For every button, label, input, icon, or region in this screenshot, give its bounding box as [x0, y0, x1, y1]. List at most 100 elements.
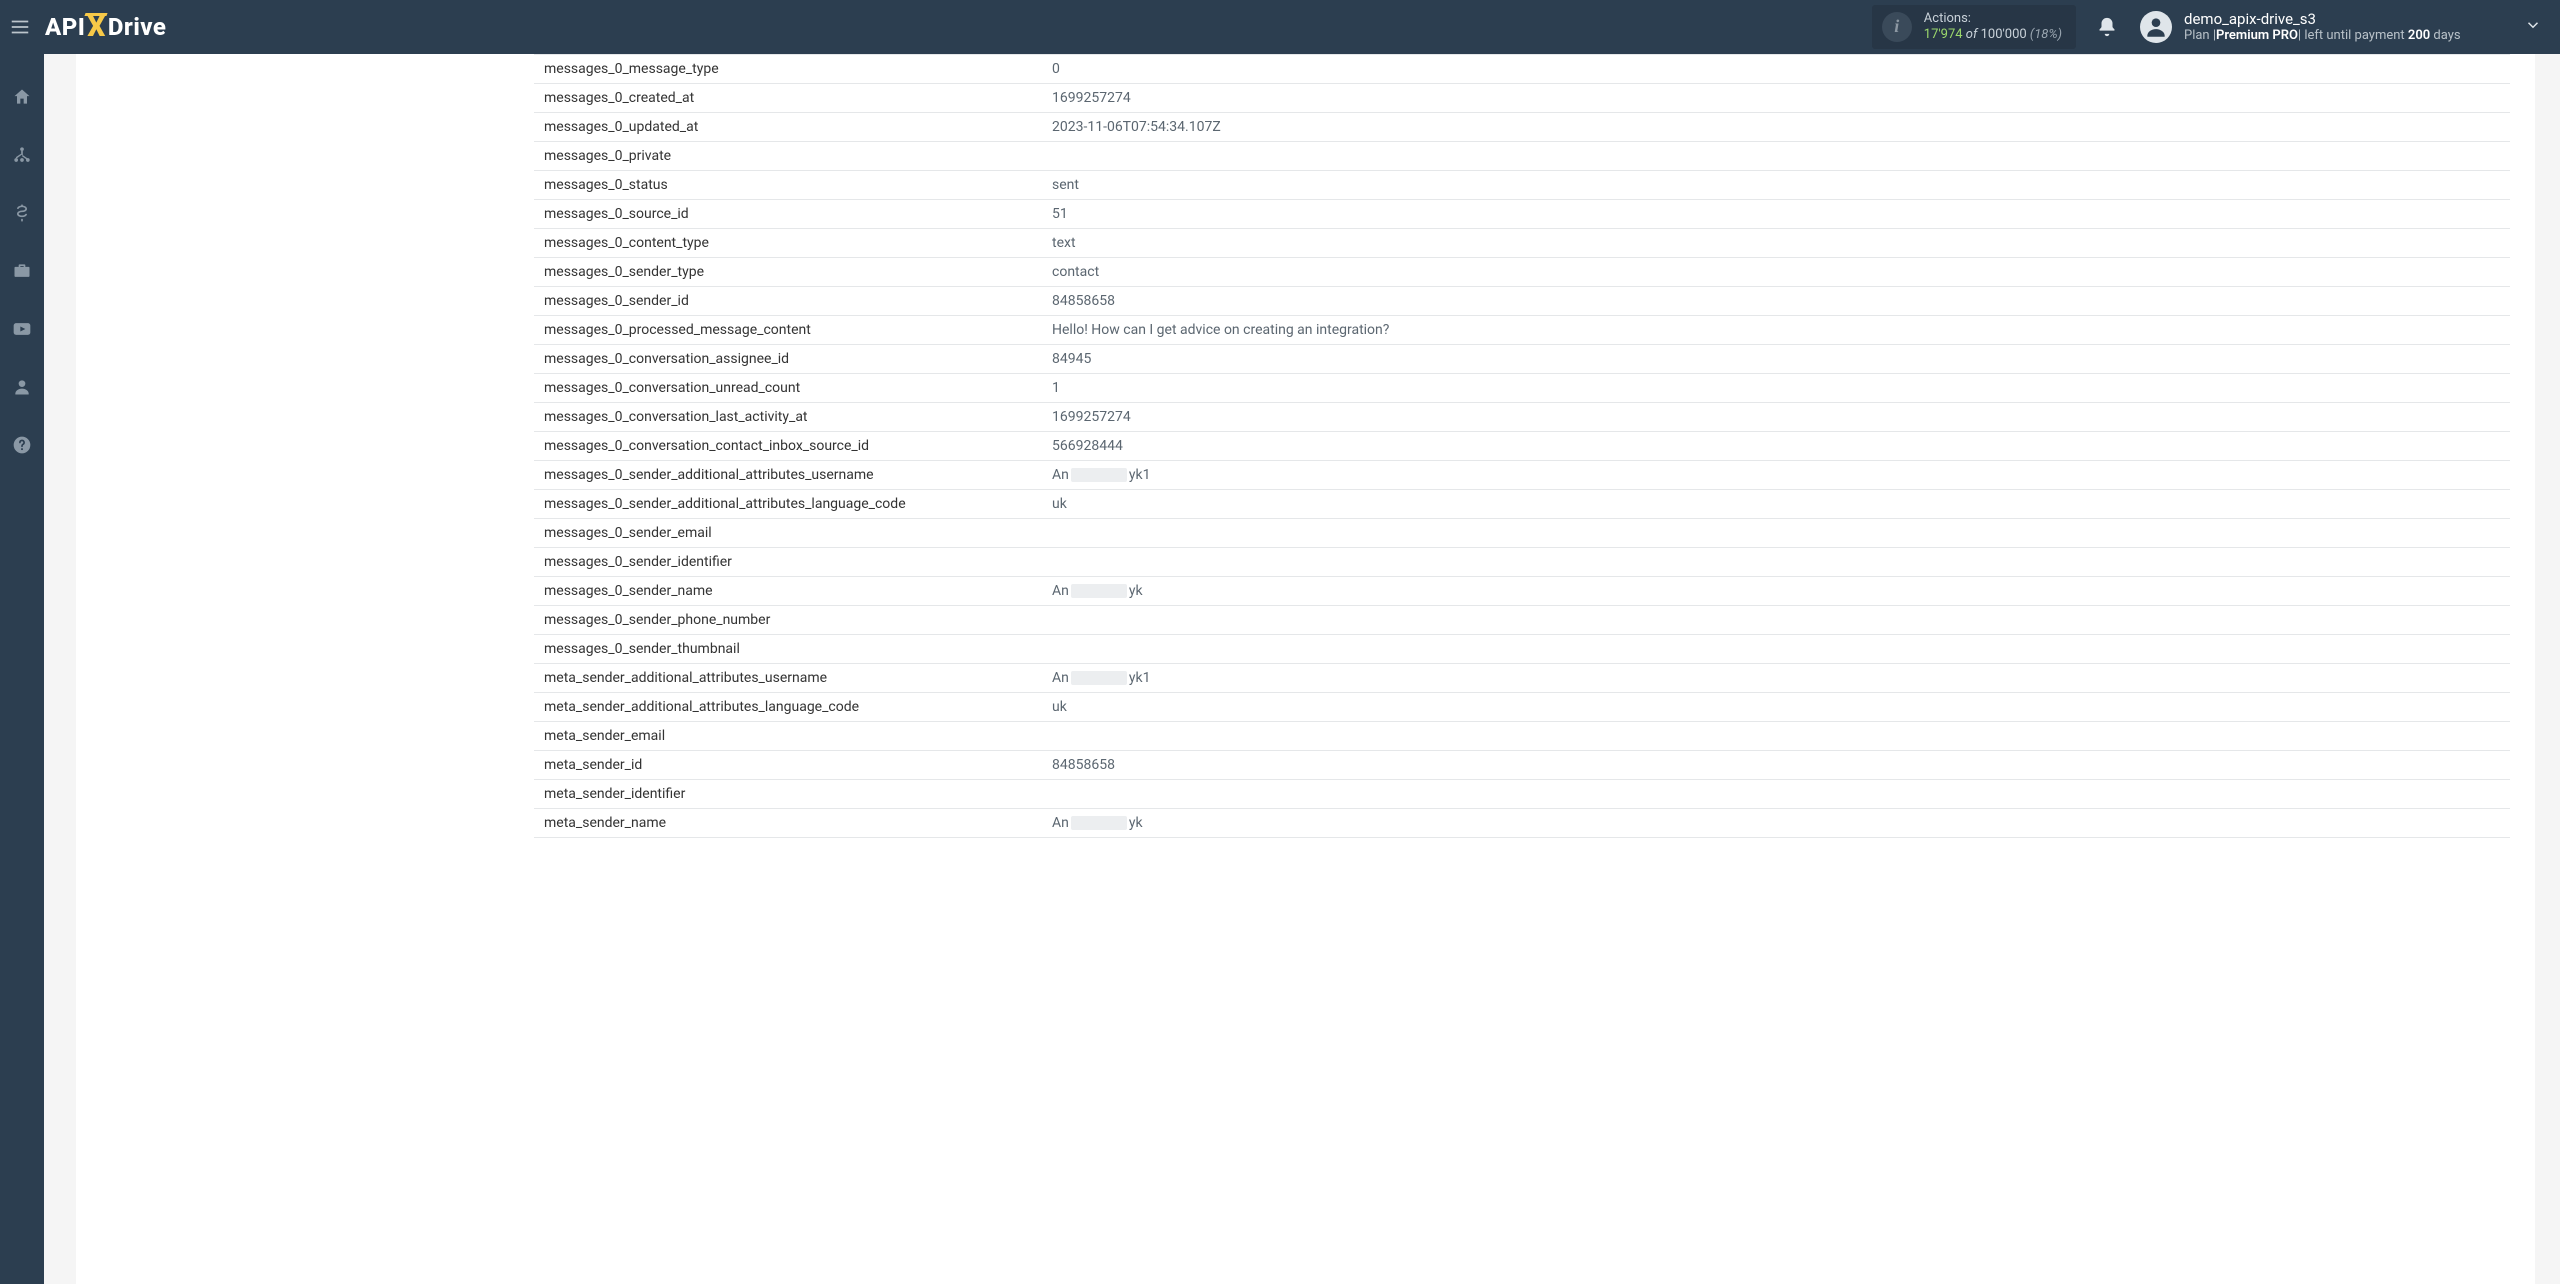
user-name: demo_apix-drive_s3 — [2184, 10, 2461, 28]
cell-key: messages_0_sender_phone_number — [534, 606, 1042, 635]
table-row: meta_sender_nameAnyk — [534, 809, 2510, 838]
table-row: messages_0_message_type0 — [534, 55, 2510, 84]
table-row: messages_0_conversation_contact_inbox_so… — [534, 432, 2510, 461]
table-row: messages_0_updated_at2023-11-06T07:54:34… — [534, 113, 2510, 142]
cell-value — [1042, 548, 2510, 577]
cell-key: messages_0_conversation_assignee_id — [534, 345, 1042, 374]
nav-help[interactable] — [0, 427, 44, 463]
topbar: API X Drive i Actions: 17'974 of 100'000… — [0, 0, 2560, 54]
cell-value: Anyk — [1042, 809, 2510, 838]
cell-key: meta_sender_name — [534, 809, 1042, 838]
nav-connections[interactable] — [0, 137, 44, 173]
notifications-button[interactable] — [2096, 16, 2118, 38]
table-row: messages_0_sender_additional_attributes_… — [534, 461, 2510, 490]
nav-briefcase[interactable] — [0, 253, 44, 289]
cell-key: messages_0_conversation_contact_inbox_so… — [534, 432, 1042, 461]
cell-value: text — [1042, 229, 2510, 258]
actions-panel[interactable]: i Actions: 17'974 of 100'000 (18%) — [1872, 5, 2076, 49]
cell-value: 0 — [1042, 55, 2510, 84]
table-row: messages_0_sender_identifier — [534, 548, 2510, 577]
actions-sub: 17'974 of 100'000 (18%) — [1924, 27, 2062, 43]
cell-key: messages_0_sender_id — [534, 287, 1042, 316]
cell-value: 1 — [1042, 374, 2510, 403]
nav-account[interactable] — [0, 369, 44, 405]
cell-value: uk — [1042, 490, 2510, 519]
logo[interactable]: API X Drive — [45, 0, 166, 54]
cell-key: messages_0_sender_email — [534, 519, 1042, 548]
cell-key: messages_0_created_at — [534, 84, 1042, 113]
cell-value — [1042, 635, 2510, 664]
data-table: messages_0_message_type0messages_0_creat… — [534, 54, 2510, 838]
logo-text-x: X — [87, 10, 105, 43]
cell-key: messages_0_conversation_unread_count — [534, 374, 1042, 403]
table-row: messages_0_sender_typecontact — [534, 258, 2510, 287]
logo-text-drive: Drive — [108, 13, 167, 41]
table-row: messages_0_private — [534, 142, 2510, 171]
cell-key: meta_sender_email — [534, 722, 1042, 751]
cell-key: meta_sender_id — [534, 751, 1042, 780]
cell-value — [1042, 606, 2510, 635]
user-plan: Plan |Premium PRO| left until payment 20… — [2184, 28, 2461, 44]
cell-key: messages_0_private — [534, 142, 1042, 171]
logo-text-api: API — [45, 13, 85, 41]
cell-key: messages_0_updated_at — [534, 113, 1042, 142]
cell-value: Anyk — [1042, 577, 2510, 606]
table-row: messages_0_content_typetext — [534, 229, 2510, 258]
table-row: messages_0_conversation_last_activity_at… — [534, 403, 2510, 432]
cell-value — [1042, 142, 2510, 171]
cell-value: Anyk1 — [1042, 461, 2510, 490]
table-row: meta_sender_identifier — [534, 780, 2510, 809]
cell-value: 51 — [1042, 200, 2510, 229]
cell-key: meta_sender_additional_attributes_langua… — [534, 693, 1042, 722]
table-row: messages_0_processed_message_contentHell… — [534, 316, 2510, 345]
table-row: messages_0_conversation_unread_count1 — [534, 374, 2510, 403]
actions-title: Actions: — [1924, 11, 2062, 27]
cell-key: messages_0_status — [534, 171, 1042, 200]
cell-value: uk — [1042, 693, 2510, 722]
cell-key: messages_0_source_id — [534, 200, 1042, 229]
sidebar — [0, 54, 44, 1284]
avatar-icon — [2140, 11, 2172, 43]
cell-value: 84858658 — [1042, 751, 2510, 780]
cell-key: messages_0_sender_additional_attributes_… — [534, 490, 1042, 519]
cell-key: messages_0_sender_type — [534, 258, 1042, 287]
cell-key: messages_0_message_type — [534, 55, 1042, 84]
cell-value: Anyk1 — [1042, 664, 2510, 693]
cell-value: 84858658 — [1042, 287, 2510, 316]
cell-key: messages_0_conversation_last_activity_at — [534, 403, 1042, 432]
info-icon: i — [1882, 12, 1912, 42]
table-row: messages_0_sender_email — [534, 519, 2510, 548]
menu-toggle-button[interactable] — [0, 0, 40, 54]
cell-key: messages_0_content_type — [534, 229, 1042, 258]
table-row: meta_sender_additional_attributes_langua… — [534, 693, 2510, 722]
cell-key: messages_0_sender_thumbnail — [534, 635, 1042, 664]
table-row: messages_0_source_id51 — [534, 200, 2510, 229]
cell-key: messages_0_sender_name — [534, 577, 1042, 606]
cell-value: 1699257274 — [1042, 403, 2510, 432]
table-row: messages_0_sender_phone_number — [534, 606, 2510, 635]
cell-value — [1042, 519, 2510, 548]
user-menu[interactable]: demo_apix-drive_s3 Plan |Premium PRO| le… — [2140, 10, 2560, 44]
cell-value: 84945 — [1042, 345, 2510, 374]
table-row: meta_sender_email — [534, 722, 2510, 751]
table-row: meta_sender_additional_attributes_userna… — [534, 664, 2510, 693]
cell-value: 2023-11-06T07:54:34.107Z — [1042, 113, 2510, 142]
nav-billing[interactable] — [0, 195, 44, 231]
cell-value — [1042, 780, 2510, 809]
main-content: messages_0_message_type0messages_0_creat… — [44, 54, 2560, 1284]
chevron-down-icon — [2524, 16, 2542, 38]
cell-key: messages_0_processed_message_content — [534, 316, 1042, 345]
table-row: messages_0_conversation_assignee_id84945 — [534, 345, 2510, 374]
cell-value: 1699257274 — [1042, 84, 2510, 113]
left-panel-blank — [124, 54, 534, 1284]
table-row: messages_0_sender_id84858658 — [534, 287, 2510, 316]
nav-video[interactable] — [0, 311, 44, 347]
table-row: messages_0_sender_nameAnyk — [534, 577, 2510, 606]
cell-value: contact — [1042, 258, 2510, 287]
nav-home[interactable] — [0, 79, 44, 115]
cell-value: sent — [1042, 171, 2510, 200]
cell-key: messages_0_sender_additional_attributes_… — [534, 461, 1042, 490]
table-row: messages_0_statussent — [534, 171, 2510, 200]
cell-key: meta_sender_identifier — [534, 780, 1042, 809]
cell-value — [1042, 722, 2510, 751]
